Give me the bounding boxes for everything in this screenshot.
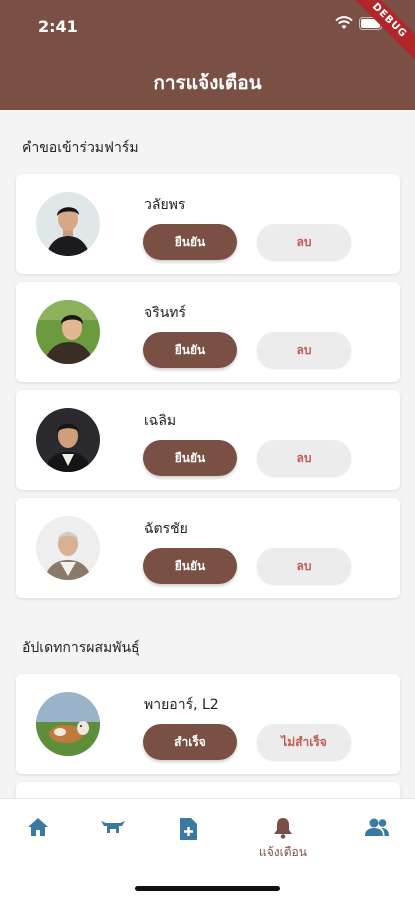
farm-request-card: จรินทร์ ยืนยัน ลบ: [16, 282, 400, 382]
group-icon: [365, 818, 389, 836]
nav-home[interactable]: [8, 817, 68, 837]
requester-name: ฉัตรชัย: [144, 521, 188, 537]
app-bar: 2:41 DEBUG การแจ้งเตือน: [0, 0, 415, 110]
confirm-button[interactable]: ยืนยัน: [143, 440, 237, 476]
wifi-icon: [335, 16, 353, 29]
cow-photo: [36, 692, 100, 756]
avatar: [36, 408, 100, 472]
notifications-list[interactable]: คำขอเข้าร่วมฟาร์ม วลัยพร ยืนยัน ลบ จรินท…: [0, 110, 415, 798]
nav-add-record[interactable]: [158, 817, 218, 841]
fail-button[interactable]: ไม่สำเร็จ: [257, 724, 351, 760]
farm-request-card: เฉลิม ยืนยัน ลบ: [16, 390, 400, 490]
requester-name: จรินทร์: [144, 305, 187, 321]
delete-button[interactable]: ลบ: [257, 440, 351, 476]
animal-name: พายอาร์, L2: [144, 697, 219, 713]
confirm-button[interactable]: ยืนยัน: [143, 548, 237, 584]
bottom-nav: แจ้งเตือน: [0, 798, 415, 900]
confirm-button[interactable]: ยืนยัน: [143, 332, 237, 368]
confirm-button[interactable]: ยืนยัน: [143, 224, 237, 260]
home-icon: [28, 818, 48, 836]
bell-icon: [274, 818, 292, 839]
breeding-update-card: [16, 782, 400, 798]
debug-ribbon: DEBUG: [347, 0, 415, 63]
farm-requests-title: คำขอเข้าร่วมฟาร์ม: [22, 140, 139, 156]
page-title: การแจ้งเตือน: [153, 72, 262, 94]
cow-icon: [101, 821, 125, 833]
home-indicator: [135, 886, 280, 891]
delete-button[interactable]: ลบ: [257, 224, 351, 260]
add-document-icon: [180, 818, 197, 840]
breeding-update-card: พายอาร์, L2 สำเร็จ ไม่สำเร็จ: [16, 674, 400, 774]
requester-name: วลัยพร: [144, 197, 186, 213]
avatar: [36, 516, 100, 580]
nav-notifications[interactable]: แจ้งเตือน: [253, 817, 313, 862]
avatar: [36, 300, 100, 364]
farm-request-card: ฉัตรชัย ยืนยัน ลบ: [16, 498, 400, 598]
farm-request-card: วลัยพร ยืนยัน ลบ: [16, 174, 400, 274]
avatar: [36, 192, 100, 256]
breeding-updates-title: อัปเดทการผสมพันธุ์: [22, 640, 140, 656]
nav-members[interactable]: [347, 817, 407, 837]
delete-button[interactable]: ลบ: [257, 332, 351, 368]
requester-name: เฉลิม: [144, 413, 177, 429]
nav-notifications-label: แจ้งเตือน: [259, 845, 307, 859]
delete-button[interactable]: ลบ: [257, 548, 351, 584]
status-time: 2:41: [38, 17, 78, 36]
success-button[interactable]: สำเร็จ: [143, 724, 237, 760]
nav-cattle[interactable]: [83, 817, 143, 837]
